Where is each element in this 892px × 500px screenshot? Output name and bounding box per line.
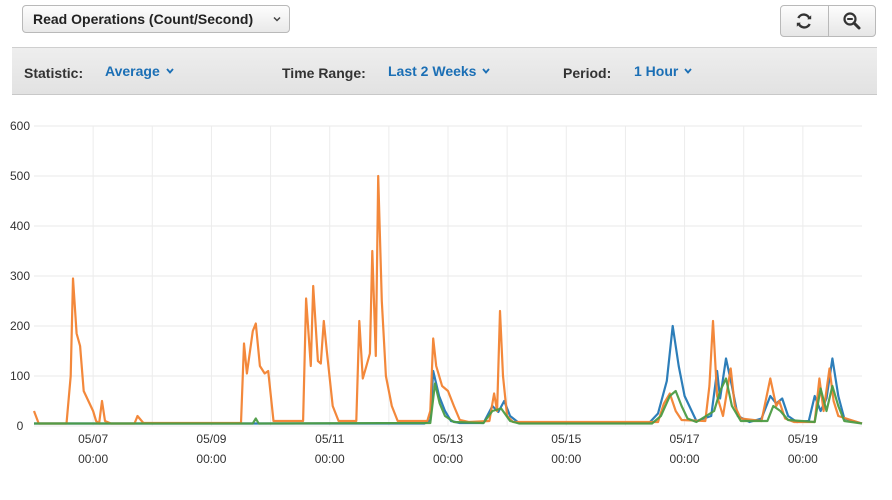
x-tick-label: 05/15 — [551, 432, 581, 446]
metric-toolbar: Statistic: Average Time Range: Last 2 We… — [12, 47, 877, 95]
statistic-value: Average — [105, 63, 160, 79]
x-tick-label: 05/11 — [315, 432, 344, 446]
refresh-button[interactable] — [781, 6, 828, 36]
x-tick-label: 00:00 — [433, 452, 463, 466]
time-range-dropdown[interactable]: Last 2 Weeks — [388, 63, 491, 79]
y-tick-label: 0 — [17, 419, 24, 433]
y-tick-label: 600 — [10, 119, 30, 133]
refresh-icon — [797, 13, 812, 29]
statistic-dropdown[interactable]: Average — [105, 63, 174, 79]
y-tick-label: 500 — [10, 169, 30, 183]
metric-selector[interactable]: Read Operations (Count/Second) — [22, 5, 290, 33]
period-value: 1 Hour — [634, 63, 679, 79]
chart-actions — [780, 5, 876, 37]
x-tick-label: 05/13 — [433, 432, 463, 446]
x-tick-label: 05/09 — [196, 432, 226, 446]
x-tick-label: 00:00 — [196, 452, 226, 466]
metric-selector-label: Read Operations (Count/Second) — [33, 11, 254, 27]
x-tick-label: 00:00 — [551, 452, 581, 466]
time-range-label: Time Range: — [282, 65, 366, 81]
time-range-value: Last 2 Weeks — [388, 63, 477, 79]
chevron-down-icon — [166, 68, 174, 74]
y-tick-label: 200 — [10, 319, 30, 333]
chevron-down-icon — [273, 16, 281, 22]
period-label: Period: — [563, 65, 612, 81]
x-tick-label: 05/17 — [670, 432, 700, 446]
x-tick-label: 00:00 — [788, 452, 818, 466]
chevron-down-icon — [684, 68, 693, 74]
y-tick-label: 100 — [10, 369, 30, 383]
y-tick-label: 400 — [10, 219, 30, 233]
chevron-down-icon — [482, 68, 491, 74]
x-tick-label: 00:00 — [78, 452, 108, 466]
zoom-out-icon — [843, 12, 861, 30]
read-operations-chart: 0 100 200 300 400 500 600 05/07 00:00 05/09 00:00 0… — [10, 119, 863, 466]
period-dropdown[interactable]: 1 Hour — [634, 63, 693, 79]
zoom-out-button[interactable] — [827, 6, 876, 36]
statistic-label: Statistic: — [24, 65, 84, 81]
x-tick-label: 05/07 — [78, 432, 108, 446]
x-tick-label: 05/19 — [788, 432, 818, 446]
x-tick-label: 00:00 — [670, 452, 700, 466]
x-tick-label: 00:00 — [315, 452, 345, 466]
y-tick-label: 300 — [10, 269, 30, 283]
